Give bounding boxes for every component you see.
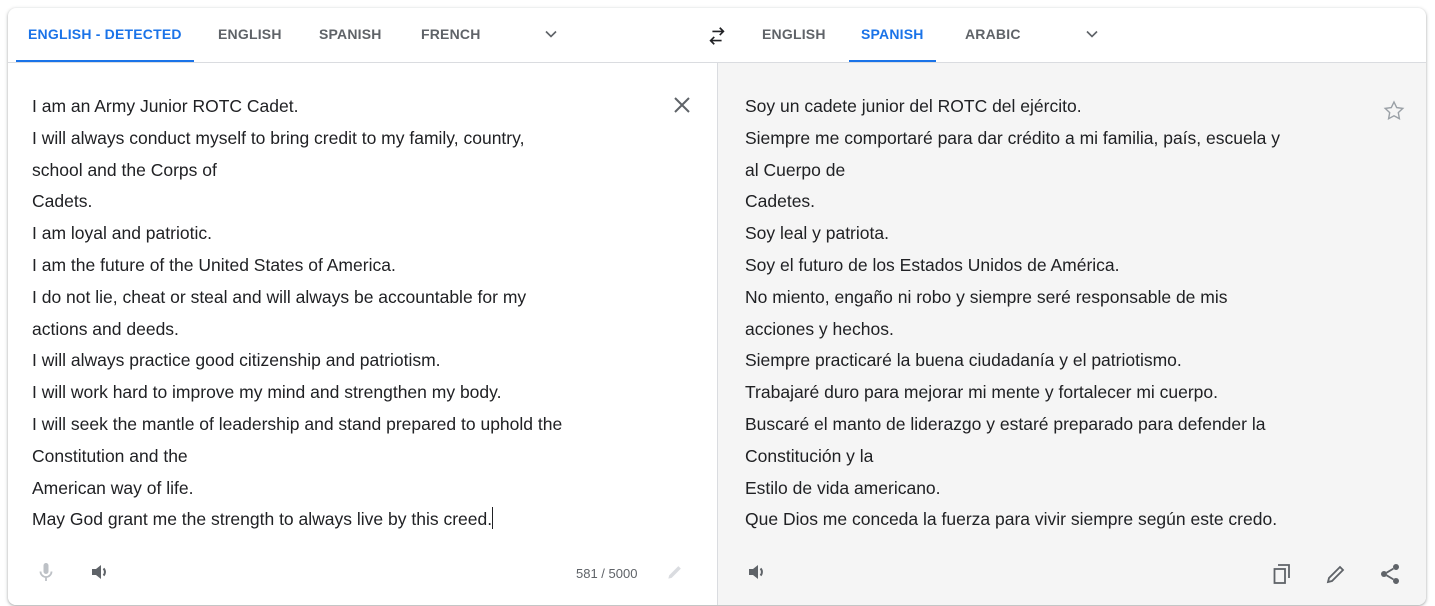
share-icon[interactable] (1378, 562, 1402, 586)
microphone-icon[interactable] (34, 560, 58, 584)
tab-target-arabic[interactable]: ARABIC (965, 8, 1021, 62)
star-outline-icon[interactable] (1382, 99, 1406, 123)
tab-source-spanish[interactable]: SPANISH (319, 8, 382, 62)
tab-target-english[interactable]: ENGLISH (762, 8, 826, 62)
pencil-icon[interactable] (1324, 562, 1348, 586)
speaker-icon[interactable] (745, 560, 769, 584)
close-icon[interactable] (670, 93, 694, 117)
source-text-input[interactable]: I am an Army Junior ROTC Cadet. I will a… (32, 91, 652, 536)
translation-pane: Soy un cadete junior del ROTC del ejérci… (717, 63, 1426, 605)
tab-source-english[interactable]: ENGLISH (218, 8, 282, 62)
tab-target-spanish[interactable]: SPANISH (849, 8, 936, 62)
text-cursor (492, 507, 494, 530)
pencil-icon (668, 566, 681, 579)
swap-languages-icon[interactable] (706, 25, 728, 47)
translation-text: Soy un cadete junior del ROTC del ejérci… (745, 96, 1280, 530)
translator-card: ENGLISH - DETECTED ENGLISH SPANISH FRENC… (8, 8, 1426, 605)
tab-source-french[interactable]: FRENCH (421, 8, 481, 62)
copy-icon[interactable] (1270, 562, 1294, 586)
character-count: 581 / 5000 (576, 566, 638, 581)
more-target-languages-icon[interactable] (1082, 24, 1102, 44)
source-pane: I am an Army Junior ROTC Cadet. I will a… (8, 63, 717, 605)
more-source-languages-icon[interactable] (541, 24, 561, 44)
tab-source-english-detected[interactable]: ENGLISH - DETECTED (16, 8, 194, 62)
language-tab-bar: ENGLISH - DETECTED ENGLISH SPANISH FRENC… (8, 8, 1426, 63)
speaker-icon[interactable] (88, 560, 112, 584)
source-text: I am an Army Junior ROTC Cadet. I will a… (32, 96, 563, 530)
